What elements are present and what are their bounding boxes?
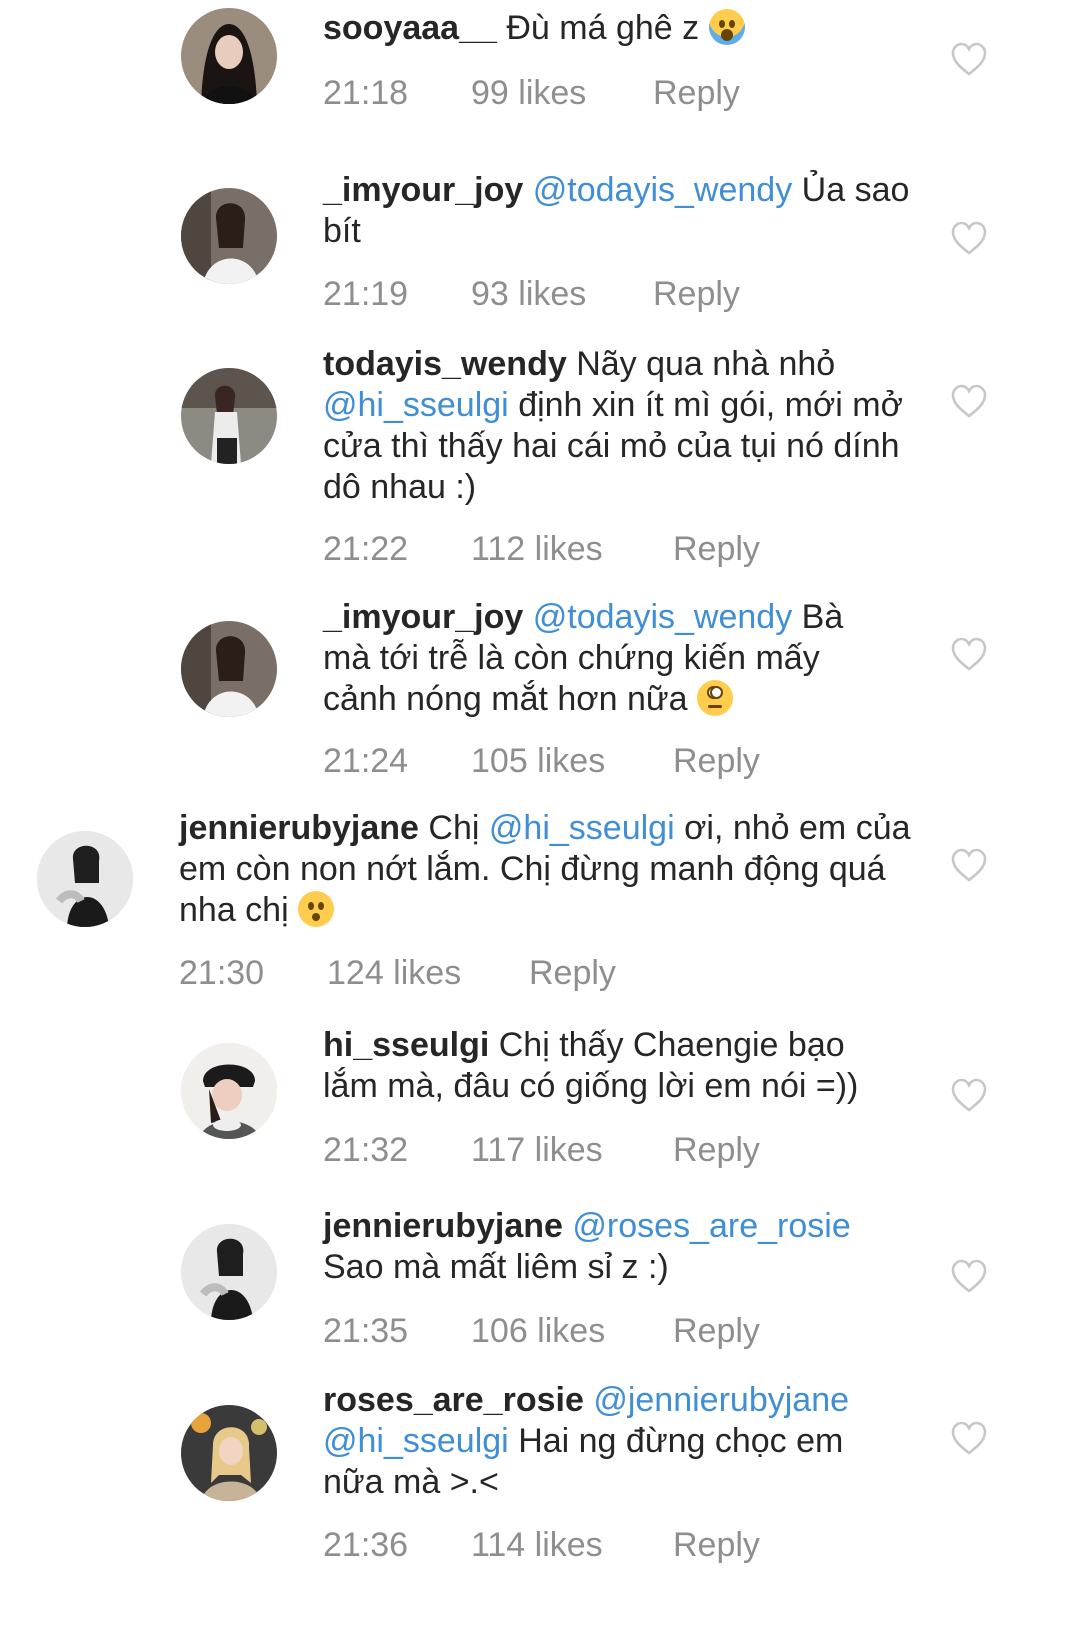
heart-outline-icon[interactable] xyxy=(950,847,988,883)
avatar[interactable] xyxy=(181,1043,277,1139)
reply-button[interactable]: Reply xyxy=(673,529,760,569)
avatar[interactable] xyxy=(181,1224,277,1320)
comment-meta: 21:30 124 likes Reply xyxy=(179,953,616,993)
face-rolling-eyes-emoji-icon xyxy=(696,680,733,716)
comment-text: _imyour_joy @todayis_wendy Ủa sao bít xyxy=(323,170,923,252)
comment-username[interactable]: hi_sseulgi xyxy=(323,1026,489,1064)
heart-outline-icon[interactable] xyxy=(950,41,988,77)
comment-time: 21:35 xyxy=(323,1312,409,1350)
heart-outline-icon[interactable] xyxy=(950,220,988,256)
comment-body: Sao mà mất liêm sỉ z :) xyxy=(323,1248,669,1286)
comment-username[interactable]: _imyour_joy xyxy=(323,598,523,636)
heart-outline-icon[interactable] xyxy=(950,636,988,672)
comment-meta: 21:32 117 likes Reply xyxy=(323,1130,760,1170)
comment-time: 21:18 xyxy=(323,74,409,112)
comment-likes[interactable]: 93 likes xyxy=(471,274,653,314)
comment-time: 21:22 xyxy=(323,530,409,568)
comment-text: roses_are_rosie @jennierubyjane @hi_sseu… xyxy=(323,1380,893,1503)
heart-outline-icon[interactable] xyxy=(950,1420,988,1456)
mention-link[interactable]: @hi_sseulgi xyxy=(323,386,509,424)
comment-text: jennierubyjane Chị @hi_sseulgi ơi, nhỏ e… xyxy=(179,808,919,931)
comment-username[interactable]: roses_are_rosie xyxy=(323,1381,584,1419)
avatar[interactable] xyxy=(37,831,133,927)
avatar[interactable] xyxy=(181,1405,277,1501)
avatar[interactable] xyxy=(181,621,277,717)
comment-likes[interactable]: 114 likes xyxy=(471,1525,673,1565)
heart-outline-icon[interactable] xyxy=(950,383,988,419)
comment-meta: 21:35 106 likes Reply xyxy=(323,1311,760,1351)
comment-username[interactable]: jennierubyjane xyxy=(179,809,419,847)
comment-text: _imyour_joy @todayis_wendy Bà mà tới trễ… xyxy=(323,597,883,720)
comment-meta: 21:18 99 likes Reply xyxy=(323,73,740,113)
comment-time: 21:32 xyxy=(323,1131,409,1169)
avatar[interactable] xyxy=(181,188,277,284)
comment-time: 21:36 xyxy=(323,1526,409,1564)
comment-time: 21:30 xyxy=(179,954,265,992)
comment-username[interactable]: _imyour_joy xyxy=(323,171,523,209)
comment-likes[interactable]: 106 likes xyxy=(471,1311,673,1351)
mention-link[interactable]: @jennierubyjane xyxy=(593,1381,849,1419)
comment-meta: 21:22 112 likes Reply xyxy=(323,529,760,569)
comment-username[interactable]: jennierubyjane xyxy=(323,1207,563,1245)
comment-meta: 21:36 114 likes Reply xyxy=(323,1525,760,1565)
reply-button[interactable]: Reply xyxy=(673,1130,760,1170)
face-screaming-emoji-icon xyxy=(708,9,745,45)
comment-text: todayis_wendy Nãy qua nhà nhỏ @hi_sseulg… xyxy=(323,344,913,508)
comment-meta: 21:19 93 likes Reply xyxy=(323,274,740,314)
comment-likes[interactable]: 124 likes xyxy=(327,953,529,993)
comment-likes[interactable]: 105 likes xyxy=(471,741,673,781)
comment-likes[interactable]: 112 likes xyxy=(471,529,673,569)
comment-username[interactable]: sooyaaa__ xyxy=(323,9,497,47)
heart-outline-icon[interactable] xyxy=(950,1258,988,1294)
mention-link[interactable]: @roses_are_rosie xyxy=(572,1207,850,1245)
comment-time: 21:19 xyxy=(323,275,409,313)
face-kissing-emoji-icon xyxy=(298,891,335,927)
mention-link[interactable]: @todayis_wendy xyxy=(533,171,792,209)
comment-likes[interactable]: 117 likes xyxy=(471,1130,673,1170)
comment-username[interactable]: todayis_wendy xyxy=(323,345,567,383)
comment-time: 21:24 xyxy=(323,742,409,780)
reply-button[interactable]: Reply xyxy=(529,953,616,993)
comment-meta: 21:24 105 likes Reply xyxy=(323,741,760,781)
reply-button[interactable]: Reply xyxy=(653,73,740,113)
comment-body: Chị xyxy=(428,809,480,847)
comment-body: Nãy qua nhà nhỏ xyxy=(576,345,836,383)
avatar[interactable] xyxy=(181,8,277,104)
mention-link[interactable]: @hi_sseulgi xyxy=(489,809,675,847)
heart-outline-icon[interactable] xyxy=(950,1077,988,1113)
mention-link[interactable]: @todayis_wendy xyxy=(533,598,792,636)
mention-link[interactable]: @hi_sseulgi xyxy=(323,1422,509,1460)
reply-button[interactable]: Reply xyxy=(653,274,740,314)
comment-text: jennierubyjane @roses_are_rosie Sao mà m… xyxy=(323,1206,893,1288)
comment-text: hi_sseulgi Chị thấy Chaengie bạo lắm mà,… xyxy=(323,1025,893,1107)
reply-button[interactable]: Reply xyxy=(673,741,760,781)
comment-likes[interactable]: 99 likes xyxy=(471,73,653,113)
reply-button[interactable]: Reply xyxy=(673,1525,760,1565)
comment-body: Đù má ghê z xyxy=(506,9,700,47)
comment-text: sooyaaa__ Đù má ghê z xyxy=(323,8,923,49)
avatar[interactable] xyxy=(181,368,277,464)
reply-button[interactable]: Reply xyxy=(673,1311,760,1351)
